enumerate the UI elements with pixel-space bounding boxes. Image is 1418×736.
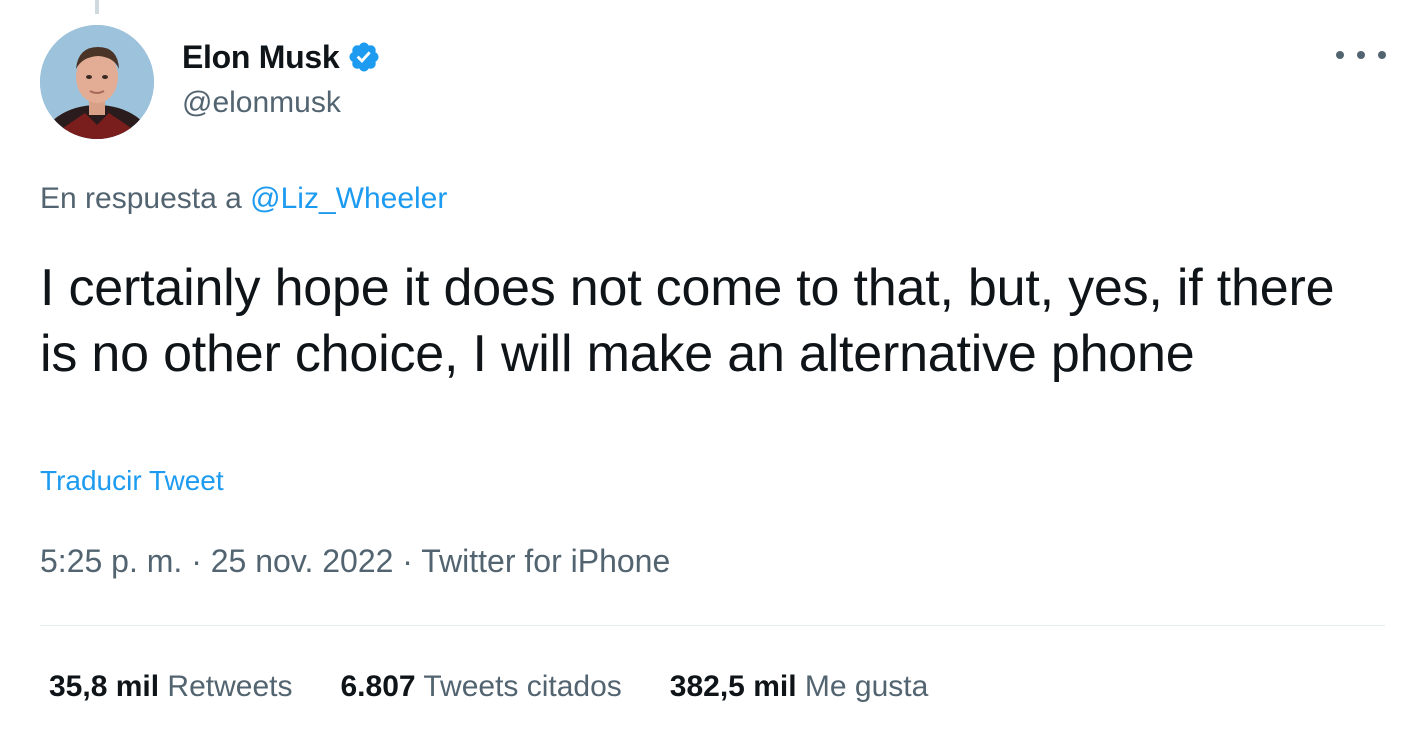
avatar[interactable] (40, 25, 154, 139)
meta-separator: · (402, 543, 413, 579)
stat-quote-tweets[interactable]: 6.807 Tweets citados (340, 670, 621, 704)
translate-tweet-link[interactable]: Traducir Tweet (40, 465, 224, 497)
reply-mention-link[interactable]: @Liz_Wheeler (250, 182, 447, 215)
thread-connector-line (95, 0, 99, 14)
stat-label: Retweets (167, 670, 293, 703)
stat-label: Me gusta (804, 670, 929, 703)
stat-count: 35,8 mil (49, 670, 160, 703)
tweet-text: I certainly hope it does not come to tha… (40, 259, 1335, 383)
more-dot (1336, 51, 1344, 59)
stat-count: 382,5 mil (669, 670, 797, 703)
avatar-image (40, 25, 154, 139)
tweet-date[interactable]: 25 nov. 2022 (211, 543, 394, 579)
divider (40, 625, 1385, 626)
engagement-stats: 35,8 mil Retweets 6.807 Tweets citados 3… (49, 670, 976, 704)
more-options-icon[interactable] (1336, 40, 1386, 70)
meta-separator: · (191, 543, 202, 579)
author-handle[interactable]: @elonmusk (182, 86, 341, 120)
reply-context: En respuesta a @Liz_Wheeler (40, 182, 447, 216)
tweet-time[interactable]: 5:25 p. m. (40, 543, 182, 579)
tweet-source[interactable]: Twitter for iPhone (421, 543, 670, 579)
stat-likes[interactable]: 382,5 mil Me gusta (670, 670, 929, 704)
more-dot (1378, 51, 1386, 59)
author-display-name[interactable]: Elon Musk (182, 39, 340, 76)
reply-prefix: En respuesta a (40, 182, 242, 215)
stat-label: Tweets citados (423, 670, 622, 703)
author-name-row: Elon Musk (182, 36, 381, 78)
tweet-meta: 5:25 p. m. · 25 nov. 2022 · Twitter for … (40, 543, 670, 580)
more-dot (1357, 51, 1365, 59)
stat-retweets[interactable]: 35,8 mil Retweets (49, 670, 292, 704)
verified-badge-icon (347, 40, 381, 74)
stat-count: 6.807 (340, 670, 416, 703)
